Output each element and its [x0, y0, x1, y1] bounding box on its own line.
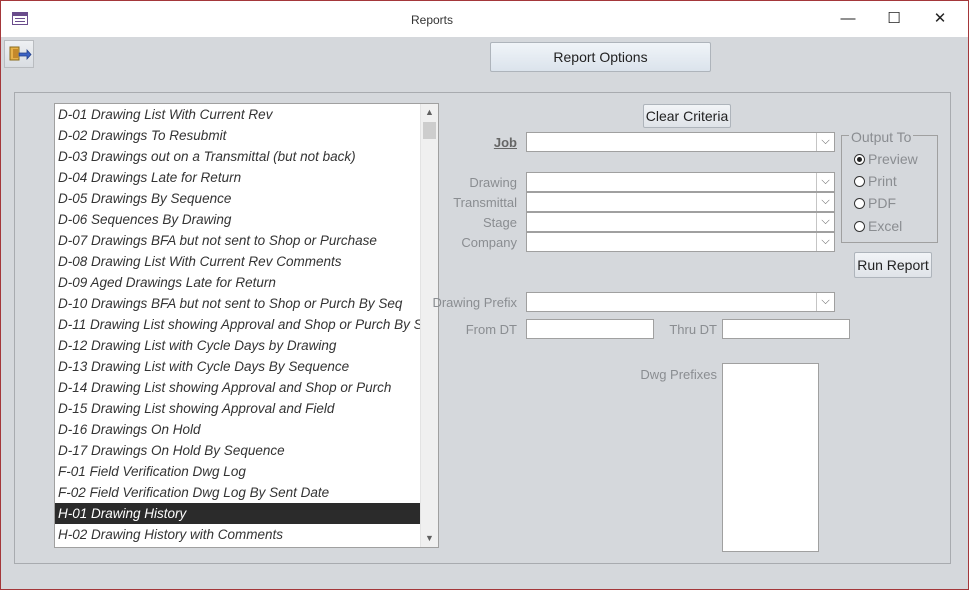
list-item[interactable]: D-02 Drawings To Resubmit: [55, 125, 421, 146]
close-button[interactable]: ✕: [917, 1, 963, 37]
list-item[interactable]: D-16 Drawings On Hold: [55, 419, 421, 440]
chevron-down-icon[interactable]: ⌵: [816, 193, 834, 211]
list-item[interactable]: H-01 Drawing History: [55, 503, 421, 524]
transmittal-combo[interactable]: ⌵: [526, 192, 835, 212]
list-item[interactable]: F-01 Field Verification Dwg Log: [55, 461, 421, 482]
drawing-combo[interactable]: ⌵: [526, 172, 835, 192]
list-item[interactable]: D-12 Drawing List with Cycle Days by Dra…: [55, 335, 421, 356]
radio-label: Print: [868, 173, 897, 189]
report-options-button[interactable]: Report Options: [490, 42, 711, 72]
report-list[interactable]: D-01 Drawing List With Current Rev D-02 D…: [54, 103, 439, 548]
company-label: Company: [461, 235, 517, 250]
report-list-scrollbar[interactable]: ▲ ▼: [420, 104, 438, 547]
chevron-down-icon[interactable]: ⌵: [816, 173, 834, 191]
output-to-legend: Output To: [849, 129, 914, 145]
dwg-prefixes-label: Dwg Prefixes: [640, 367, 717, 382]
exit-button[interactable]: [4, 40, 34, 68]
radio-button-icon[interactable]: [854, 221, 865, 232]
thru-dt-label: Thru DT: [669, 322, 717, 337]
list-item[interactable]: D-05 Drawings By Sequence: [55, 188, 421, 209]
radio-label: Preview: [868, 151, 918, 167]
radio-preview[interactable]: Preview: [854, 149, 918, 169]
list-item[interactable]: D-15 Drawing List showing Approval and F…: [55, 398, 421, 419]
maximize-button[interactable]: ☐: [871, 1, 917, 37]
title-bar: Reports — ☐ ✕: [1, 1, 968, 37]
radio-button-icon[interactable]: [854, 198, 865, 209]
list-item[interactable]: D-11 Drawing List showing Approval and S…: [55, 314, 421, 335]
chevron-down-icon[interactable]: ⌵: [816, 133, 834, 151]
radio-label: PDF: [868, 195, 896, 211]
list-item[interactable]: D-08 Drawing List With Current Rev Comme…: [55, 251, 421, 272]
exit-door-icon: [9, 46, 32, 61]
list-item[interactable]: H-02 Drawing History with Comments: [55, 524, 421, 545]
list-item[interactable]: D-04 Drawings Late for Return: [55, 167, 421, 188]
minimize-button[interactable]: —: [825, 1, 871, 37]
report-list-items: D-01 Drawing List With Current Rev D-02 D…: [55, 104, 421, 545]
job-combo[interactable]: ⌵: [526, 132, 835, 152]
list-item[interactable]: D-13 Drawing List with Cycle Days By Seq…: [55, 356, 421, 377]
list-item[interactable]: D-14 Drawing List showing Approval and S…: [55, 377, 421, 398]
dwg-prefixes-list[interactable]: [722, 363, 819, 552]
radio-label: Excel: [868, 218, 903, 234]
scroll-thumb[interactable]: [423, 122, 436, 139]
job-label: Job: [493, 135, 517, 150]
radio-excel[interactable]: Excel: [854, 216, 902, 236]
list-item[interactable]: D-09 Aged Drawings Late for Return: [55, 272, 421, 293]
window-title: Reports: [410, 13, 454, 27]
drawing-prefix-combo[interactable]: ⌵: [526, 292, 835, 312]
from-dt-field[interactable]: [526, 319, 654, 339]
clear-criteria-button[interactable]: Clear Criteria: [643, 104, 731, 128]
thru-dt-field[interactable]: [722, 319, 850, 339]
chevron-down-icon[interactable]: ⌵: [816, 233, 834, 251]
list-item[interactable]: D-17 Drawings On Hold By Sequence: [55, 440, 421, 461]
list-item[interactable]: D-10 Drawings BFA but not sent to Shop o…: [55, 293, 421, 314]
run-report-button[interactable]: Run Report: [854, 252, 932, 278]
radio-print[interactable]: Print: [854, 171, 897, 191]
scroll-up-icon[interactable]: ▲: [421, 104, 438, 121]
stage-combo[interactable]: ⌵: [526, 212, 835, 232]
reports-window: Reports — ☐ ✕ Report Options D-01 Drawin…: [0, 0, 969, 590]
radio-pdf[interactable]: PDF: [854, 193, 896, 213]
company-combo[interactable]: ⌵: [526, 232, 835, 252]
from-dt-label: From DT: [465, 322, 517, 337]
radio-button-icon[interactable]: [854, 154, 865, 165]
scroll-down-icon[interactable]: ▼: [421, 530, 438, 547]
list-item[interactable]: D-03 Drawings out on a Transmittal (but …: [55, 146, 421, 167]
list-item[interactable]: D-07 Drawings BFA but not sent to Shop o…: [55, 230, 421, 251]
list-item[interactable]: F-02 Field Verification Dwg Log By Sent …: [55, 482, 421, 503]
radio-button-icon[interactable]: [854, 176, 865, 187]
drawing-label: Drawing: [469, 175, 517, 190]
list-item[interactable]: D-01 Drawing List With Current Rev: [55, 104, 421, 125]
chevron-down-icon[interactable]: ⌵: [816, 213, 834, 231]
transmittal-label: Transmittal: [453, 195, 517, 210]
drawing-prefix-label: Drawing Prefix: [432, 295, 517, 310]
stage-label: Stage: [483, 215, 517, 230]
chevron-down-icon[interactable]: ⌵: [816, 293, 834, 311]
list-item[interactable]: D-06 Sequences By Drawing: [55, 209, 421, 230]
